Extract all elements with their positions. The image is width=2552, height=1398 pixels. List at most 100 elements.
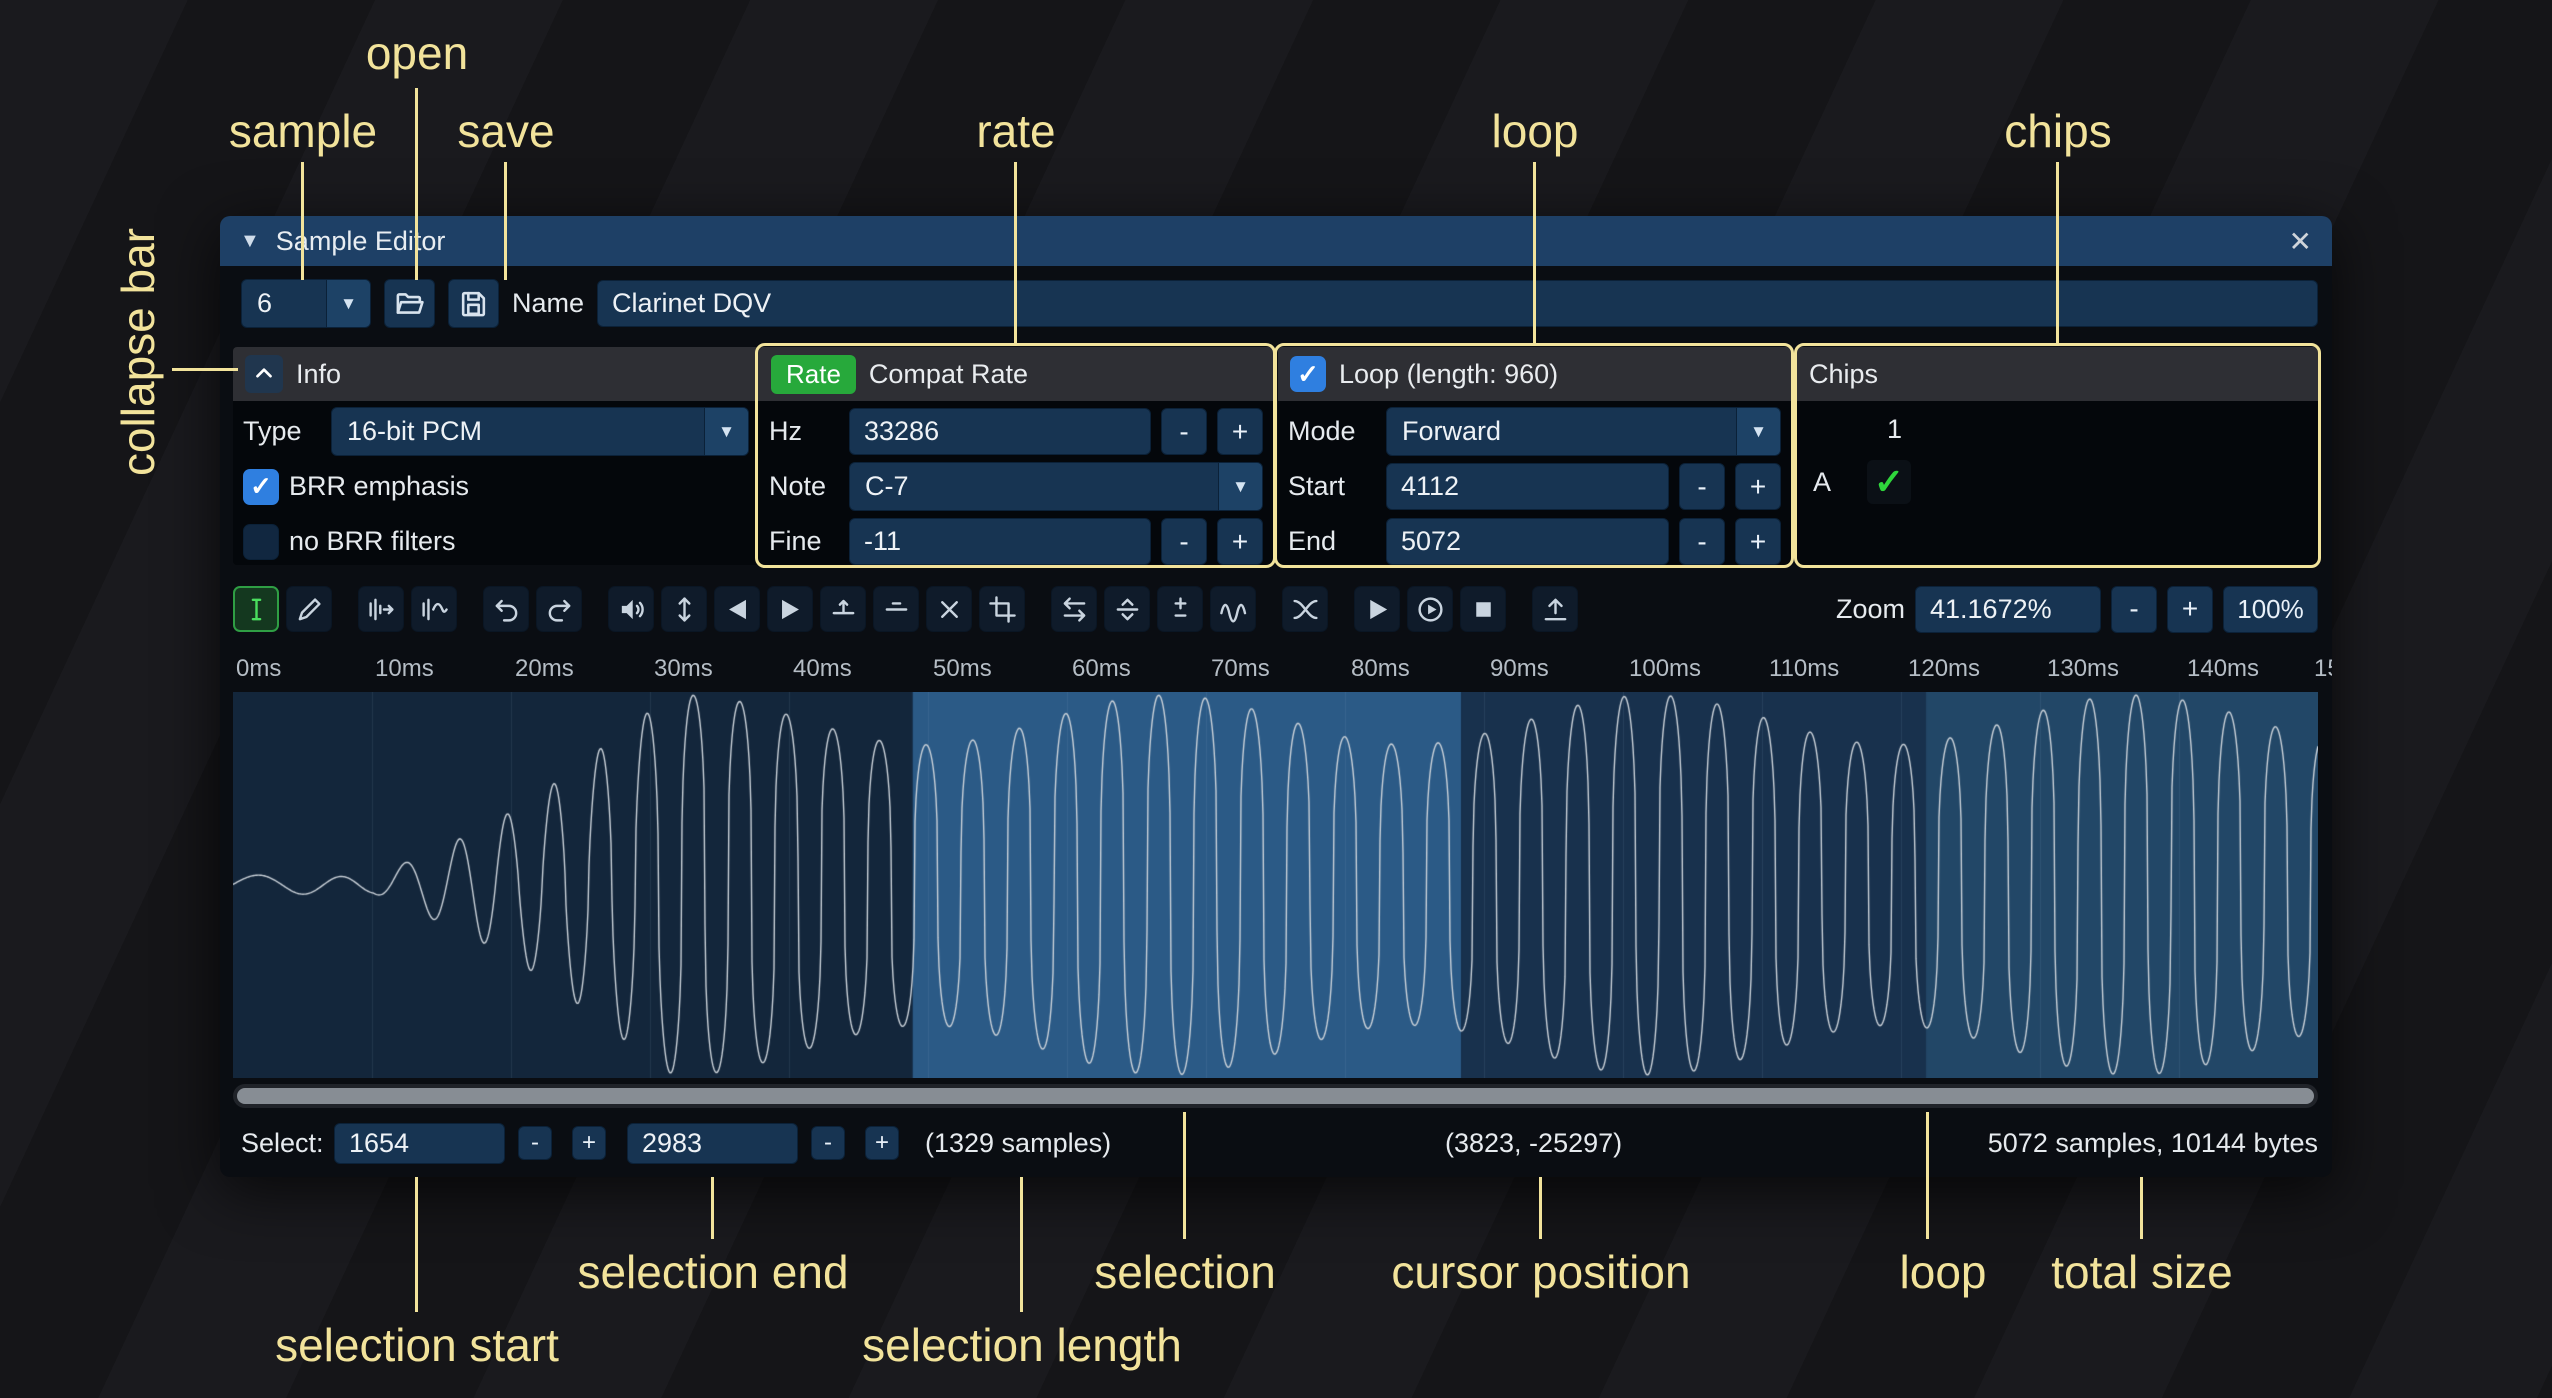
hz-decrease-button[interactable]: - — [1161, 408, 1207, 455]
invert-button[interactable] — [1104, 586, 1150, 632]
type-value: 16-bit PCM — [332, 416, 704, 447]
loop-panel: ✓ Loop (length: 960) Mode Forward ▼ Star… — [1278, 347, 1791, 565]
hz-input[interactable]: 33286 — [849, 408, 1151, 455]
redo-button[interactable] — [536, 586, 582, 632]
collapse-bar-button[interactable] — [245, 355, 283, 393]
reverse-icon — [1060, 595, 1089, 624]
delete-x-icon — [935, 595, 964, 624]
fine-decrease-button[interactable]: - — [1161, 518, 1207, 565]
timeline-tick-label: 120ms — [1908, 655, 1980, 683]
loop-end-label: End — [1288, 526, 1376, 557]
annotation-total-size: total size — [2051, 1245, 2233, 1299]
loop-end-increase-button[interactable]: + — [1735, 518, 1781, 565]
loop-enabled-checkbox[interactable]: ✓ — [1290, 356, 1326, 392]
name-label: Name — [512, 288, 584, 319]
hz-increase-button[interactable]: + — [1217, 408, 1263, 455]
annotation-line-selection-start — [415, 1177, 418, 1312]
selection-start-decrease-button[interactable]: - — [518, 1126, 552, 1160]
stop-button[interactable] — [1460, 586, 1506, 632]
loop-end-input[interactable]: 5072 — [1386, 518, 1669, 565]
save-button[interactable] — [448, 279, 499, 328]
fade-out-button[interactable] — [767, 586, 813, 632]
sample-selector[interactable]: 6 ▼ — [241, 279, 371, 328]
note-dropdown[interactable]: C-7 ▼ — [849, 462, 1263, 511]
rate-panel-title: Compat Rate — [869, 359, 1028, 390]
fine-input[interactable]: -11 — [849, 518, 1151, 565]
waveform-display[interactable] — [233, 692, 2318, 1078]
selection-end-increase-button[interactable]: + — [865, 1126, 899, 1160]
scrollbar-thumb[interactable] — [237, 1088, 2314, 1104]
loop-start-label: Start — [1288, 471, 1376, 502]
normalize-button[interactable] — [661, 586, 707, 632]
select-tool-button[interactable] — [233, 586, 279, 632]
waveform-canvas[interactable] — [233, 692, 2318, 1078]
crossfade-icon — [1291, 595, 1320, 624]
selection-start-input[interactable]: 1654 — [334, 1123, 505, 1164]
timeline-tick-label: 70ms — [1211, 655, 1270, 683]
sample-toolbar-row: 6 ▼ Name Clarinet DQV — [241, 279, 2318, 328]
amplify-button[interactable] — [608, 586, 654, 632]
annotation-collapse-bar: collapse bar — [111, 228, 165, 476]
reverse-button[interactable] — [1051, 586, 1097, 632]
zoom-in-button[interactable]: + — [2167, 586, 2213, 633]
play-circle-icon — [1416, 595, 1445, 624]
annotation-cursor-position: cursor position — [1391, 1245, 1690, 1299]
sign-invert-button[interactable] — [1157, 586, 1203, 632]
filter-button[interactable] — [1210, 586, 1256, 632]
selection-end-input[interactable]: 2983 — [627, 1123, 798, 1164]
delete-button[interactable] — [926, 586, 972, 632]
fine-increase-button[interactable]: + — [1217, 518, 1263, 565]
draw-tool-button[interactable] — [286, 586, 332, 632]
name-input[interactable]: Clarinet DQV — [597, 280, 2318, 327]
timeline-tick-label: 40ms — [793, 655, 852, 683]
type-label: Type — [243, 416, 321, 447]
selection-end-decrease-button[interactable]: - — [811, 1126, 845, 1160]
annotation-line-cursor-position — [1539, 1177, 1542, 1239]
timeline-tick-label: 150ms — [2314, 655, 2332, 683]
zoom-cluster: Zoom 41.1672% - + 100% — [1836, 586, 2318, 633]
timeline-tick-label: 60ms — [1072, 655, 1131, 683]
window-collapse-icon[interactable]: ▼ — [240, 230, 260, 253]
loop-start-increase-button[interactable]: + — [1735, 463, 1781, 510]
insert-silence-button[interactable] — [820, 586, 866, 632]
chips-panel-title: Chips — [1809, 359, 1878, 390]
chip-enabled-checkbox[interactable]: ✓ — [1867, 460, 1911, 504]
apply-silence-icon — [882, 595, 911, 624]
annotation-open: open — [366, 26, 468, 80]
annotation-loop-bottom: loop — [1900, 1245, 1987, 1299]
note-label: Note — [769, 471, 839, 502]
zoom-out-button[interactable]: - — [2111, 586, 2157, 633]
zoom-reset-button[interactable]: 100% — [2223, 586, 2318, 633]
crossfade-button[interactable] — [1282, 586, 1328, 632]
timeline-tick-label: 110ms — [1769, 655, 1839, 683]
redo-icon — [545, 595, 574, 624]
chips-panel: Chips 1 A ✓ — [1797, 347, 2318, 565]
preview-loop-button[interactable] — [1407, 586, 1453, 632]
apply-silence-button[interactable] — [873, 586, 919, 632]
selection-start-increase-button[interactable]: + — [572, 1126, 606, 1160]
pencil-icon — [295, 595, 324, 624]
fade-in-button[interactable] — [714, 586, 760, 632]
annotation-selection: selection — [1094, 1245, 1276, 1299]
info-panel-header: Info — [233, 347, 759, 401]
brr-emphasis-checkbox[interactable]: ✓ — [243, 469, 279, 505]
titlebar[interactable]: ▼ Sample Editor ✕ — [220, 216, 2332, 266]
loop-start-input[interactable]: 4112 — [1386, 463, 1669, 510]
resample-button[interactable] — [411, 586, 457, 632]
open-button[interactable] — [384, 279, 435, 328]
preview-button[interactable] — [1354, 586, 1400, 632]
create-wavetable-button[interactable] — [1532, 586, 1578, 632]
resize-button[interactable] — [358, 586, 404, 632]
resample-icon — [420, 595, 449, 624]
loop-mode-dropdown[interactable]: Forward ▼ — [1386, 407, 1781, 456]
loop-start-decrease-button[interactable]: - — [1679, 463, 1725, 510]
type-dropdown[interactable]: 16-bit PCM ▼ — [331, 407, 749, 456]
no-brr-filters-checkbox[interactable] — [243, 524, 279, 560]
undo-button[interactable] — [483, 586, 529, 632]
fine-label: Fine — [769, 526, 839, 557]
zoom-input[interactable]: 41.1672% — [1915, 586, 2101, 633]
loop-end-decrease-button[interactable]: - — [1679, 518, 1725, 565]
waveform-scrollbar[interactable] — [233, 1084, 2318, 1108]
trim-button[interactable] — [979, 586, 1025, 632]
close-icon[interactable]: ✕ — [2289, 225, 2312, 258]
